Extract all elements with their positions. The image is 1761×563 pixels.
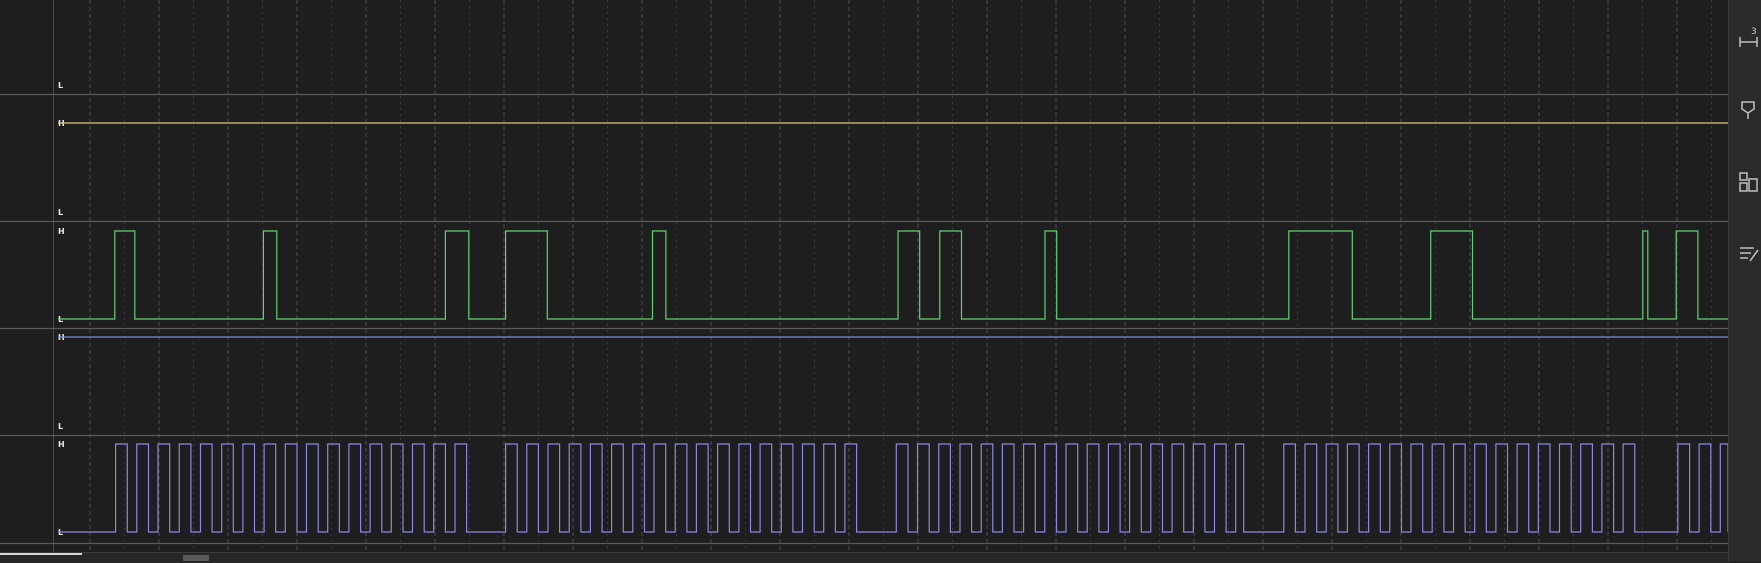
high-level-label: H <box>58 440 65 449</box>
right-toolbar: 3 <box>1728 0 1761 562</box>
layout-button[interactable] <box>1737 170 1761 194</box>
low-level-label: L <box>58 208 63 217</box>
marker-button[interactable] <box>1737 98 1761 122</box>
channel-trace <box>58 230 1728 320</box>
high-level-label: H <box>58 227 65 236</box>
low-level-label: L <box>58 422 63 431</box>
layout-grid-icon <box>1739 172 1758 192</box>
channel-trace <box>58 443 1728 533</box>
scrollbar-thumb[interactable] <box>183 555 209 561</box>
waveform-area[interactable]: LHLHLHLHL <box>0 0 1728 562</box>
annotate-button[interactable] <box>1737 242 1761 266</box>
horizontal-scrollbar[interactable] <box>0 552 1728 563</box>
channel-traces <box>58 122 1728 533</box>
annotate-lines-icon <box>1740 247 1759 262</box>
measure-button[interactable]: 3 <box>1737 27 1761 52</box>
ruler-icon <box>1739 37 1758 47</box>
scroll-position-bar <box>0 553 82 555</box>
level-labels: LHLHLHLHL <box>58 81 65 537</box>
marker-flag-icon <box>1741 101 1755 119</box>
low-level-label: L <box>58 81 63 90</box>
measure-count: 3 <box>1751 27 1757 37</box>
waveform-canvas[interactable]: LHLHLHLHL <box>0 0 1728 552</box>
time-grid <box>53 0 1712 552</box>
